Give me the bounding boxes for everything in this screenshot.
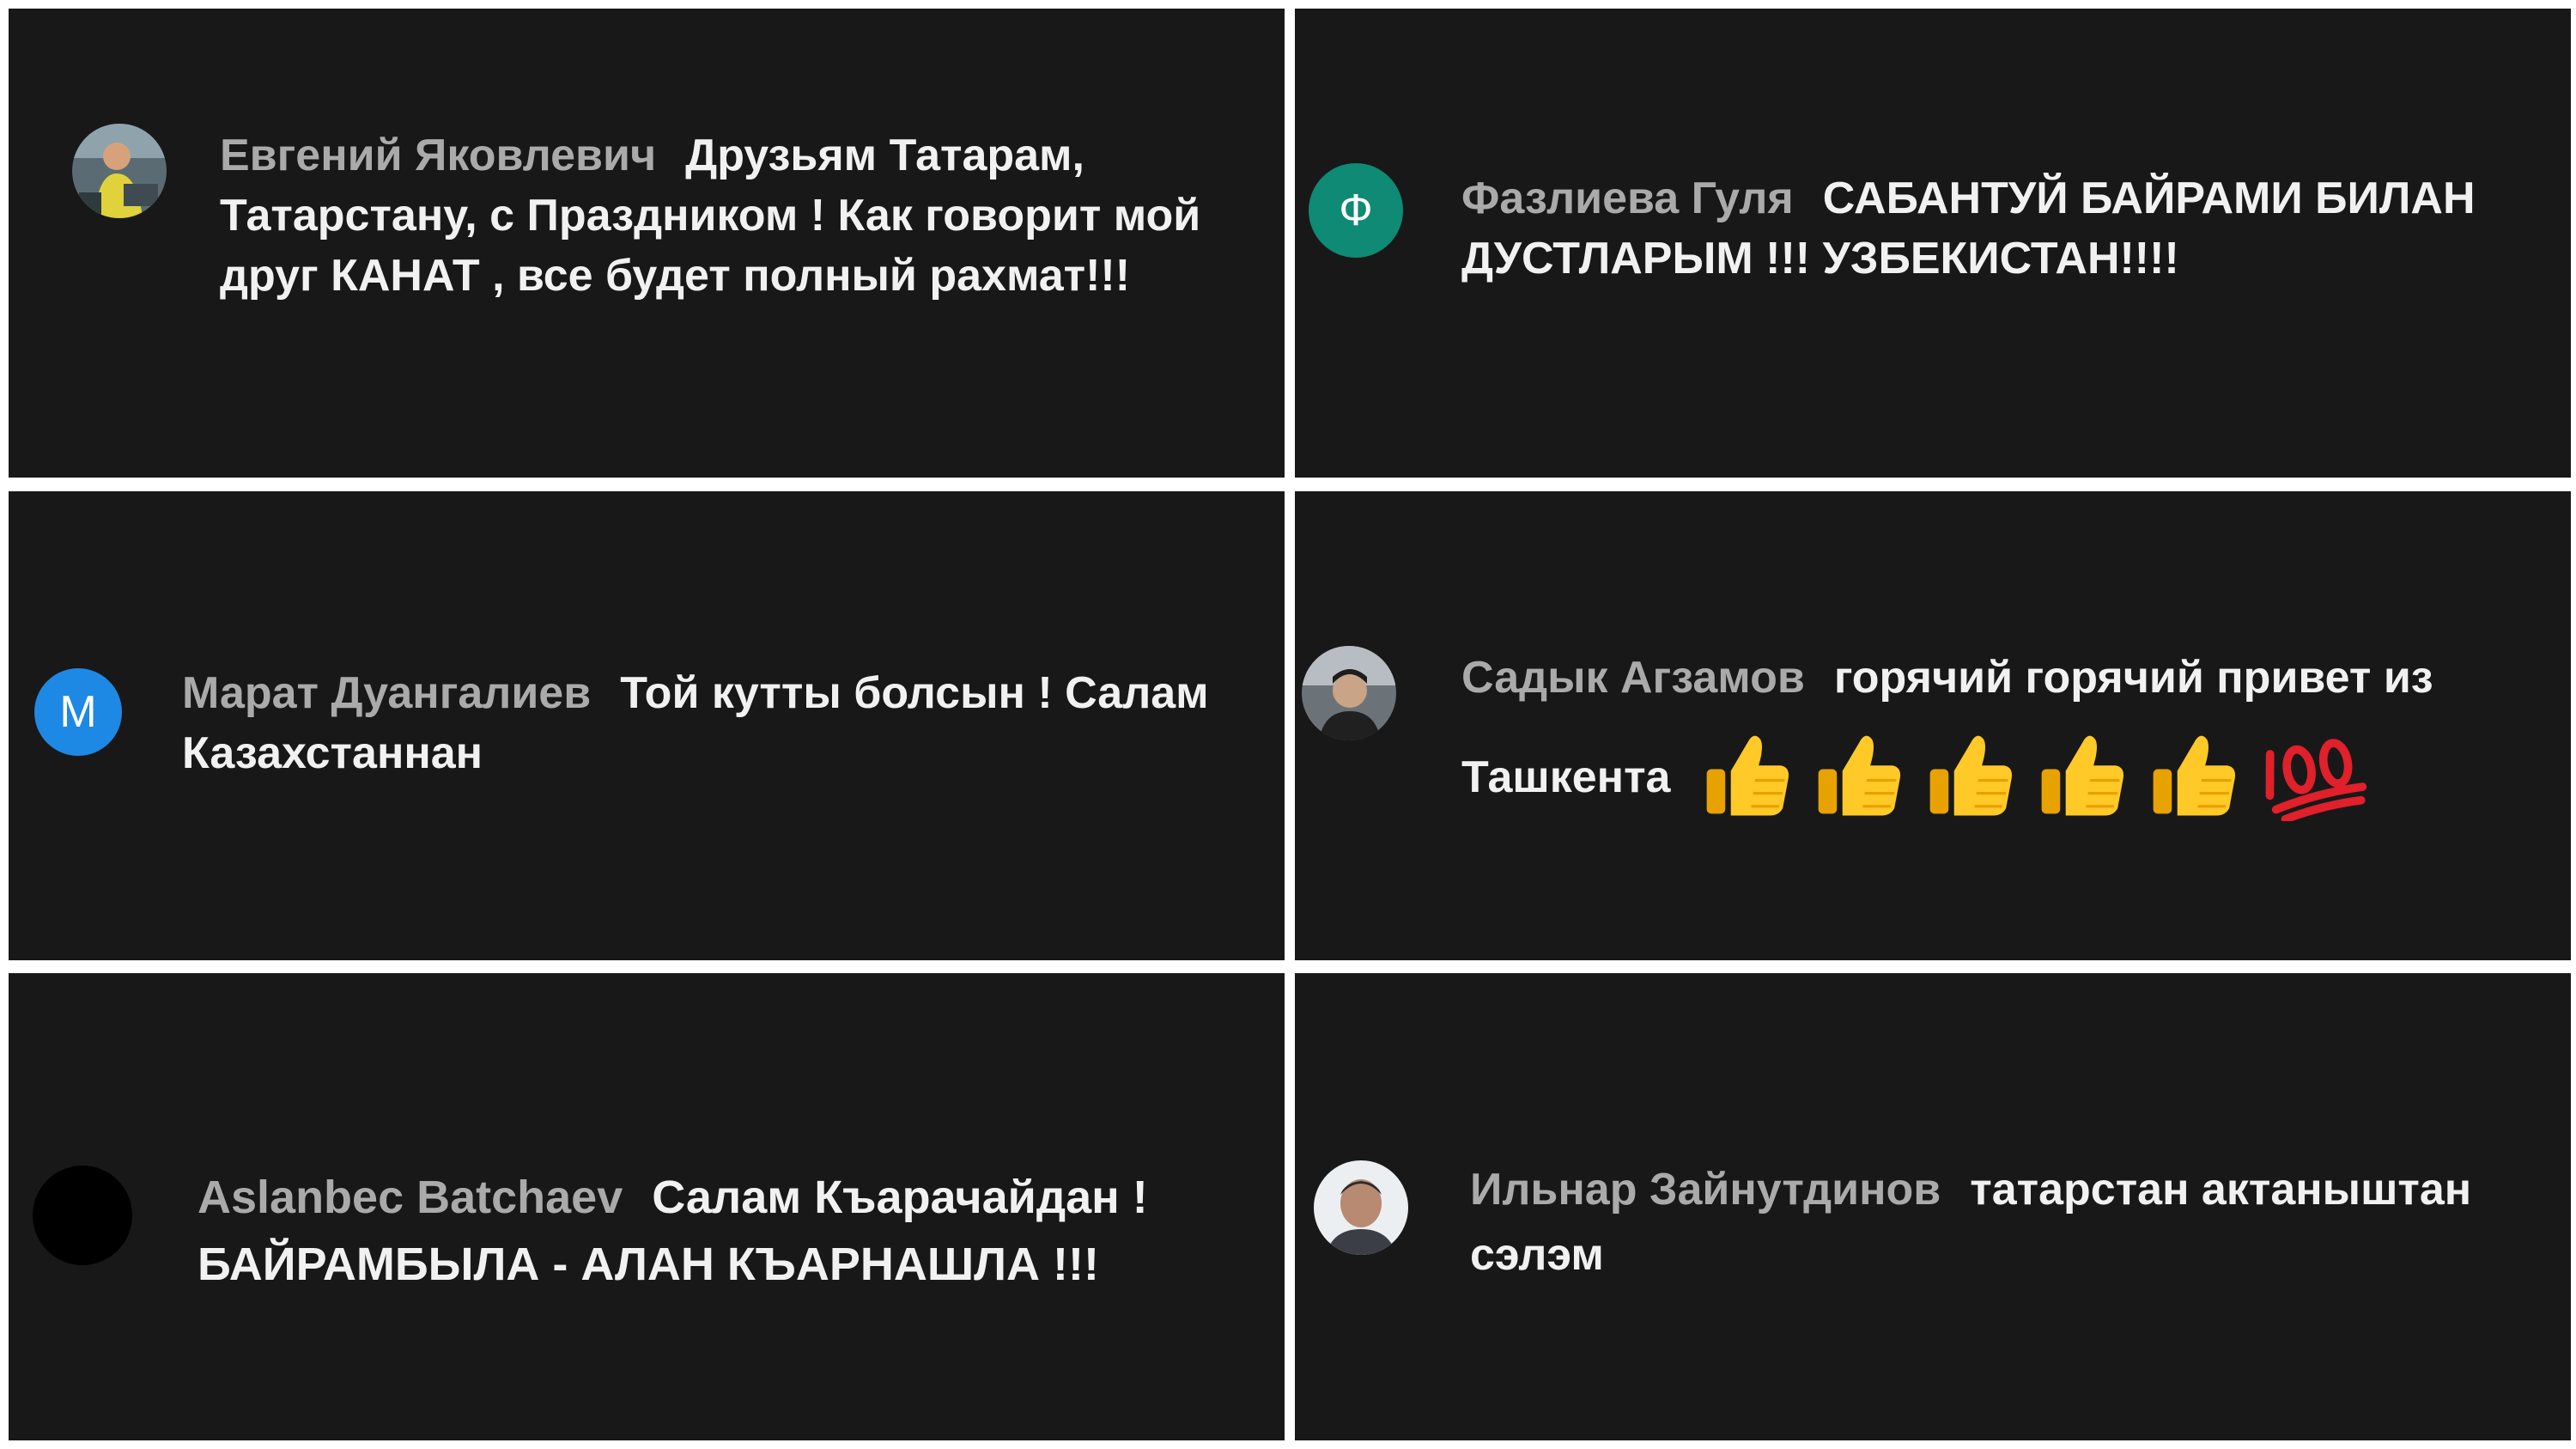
comment-author[interactable]: Aslanbec Batchaev (197, 1172, 623, 1223)
thumbs-up-icon (1930, 735, 2013, 816)
comment-card-2: Ф Фазлиева Гуля САБАНТУЙ БАЙРАМИ БИЛАН ДУ… (1295, 9, 2571, 478)
comment-author[interactable]: Садык Агзамов (1461, 653, 1805, 703)
avatar-letter: Ф (1339, 186, 1373, 235)
thumbs-up-icon (2154, 735, 2236, 816)
user-avatar[interactable] (1302, 646, 1396, 740)
avatar-photo-icon (1302, 646, 1396, 740)
avatar-photo-icon (1314, 1160, 1408, 1255)
user-avatar[interactable] (33, 1166, 132, 1265)
comment-author[interactable]: Евгений Яковлевич (220, 131, 656, 180)
comment-author[interactable]: Марат Дуангалиев (182, 668, 591, 718)
comment-body: Aslanbec Batchaev Салам Къарачайдан ! БАЙ… (197, 1164, 1262, 1298)
user-avatar[interactable] (72, 124, 167, 218)
avatar-photo-icon (72, 124, 167, 218)
comment-card-6: Ильнар Зайнутдинов татарстан актаныштан с… (1295, 973, 2571, 1440)
thumbs-up-icon (1707, 735, 1789, 816)
thumbs-up-icon (2042, 735, 2124, 816)
thumbs-up-icon (1819, 735, 1901, 816)
hundred-points-icon (2266, 739, 2367, 821)
comment-body: Садык Агзамов горячий горячий привет из Т… (1461, 648, 2561, 821)
user-avatar[interactable]: М (34, 668, 122, 756)
comment-card-1: Евгений Яковлевич Друзьям Татарам, Татарс… (9, 9, 1285, 478)
comment-author[interactable]: Фазлиева Гуля (1461, 174, 1794, 223)
comment-card-3: М Марат Дуангалиев Той кутты болсын ! Сал… (9, 491, 1285, 960)
comment-text-line1: горячий горячий привет из (1833, 653, 2433, 703)
comment-body: Ильнар Зайнутдинов татарстан актаныштан с… (1470, 1157, 2561, 1288)
comment-body: Фазлиева Гуля САБАНТУЙ БАЙРАМИ БИЛАН ДУСТ… (1461, 168, 2552, 289)
comment-body: Марат Дуангалиев Той кутты болсын ! Салам… (182, 663, 1255, 783)
comment-text-line2: Ташкента (1461, 752, 1671, 802)
comment-card-4: Садык Агзамов горячий горячий привет из Т… (1295, 491, 2571, 960)
avatar-letter: М (59, 687, 97, 737)
user-avatar[interactable]: Ф (1309, 163, 1403, 258)
comment-author[interactable]: Ильнар Зайнутдинов (1470, 1165, 1941, 1215)
user-avatar[interactable] (1314, 1160, 1408, 1255)
comment-body: Евгений Яковлевич Друзьям Татарам, Татарс… (220, 125, 1250, 306)
comment-card-5: Aslanbec Batchaev Салам Къарачайдан ! БАЙ… (9, 973, 1285, 1440)
